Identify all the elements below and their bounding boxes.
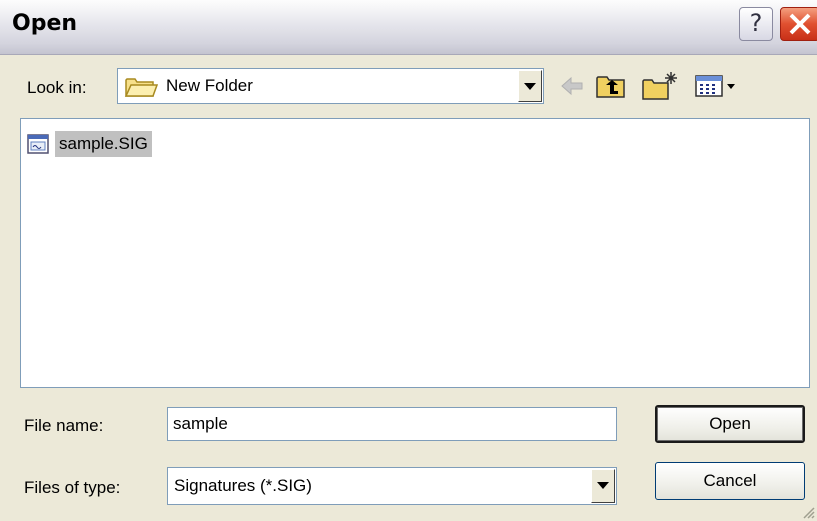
file-name-label-text: File name: xyxy=(24,416,104,435)
title-bar[interactable]: Open ? xyxy=(0,0,817,55)
look-in-dropdown[interactable]: New Folder xyxy=(117,68,544,104)
close-icon xyxy=(789,13,811,35)
files-of-type-value: Signatures (*.SIG) xyxy=(174,476,312,495)
create-new-folder-icon[interactable] xyxy=(640,70,680,102)
look-in-label: Look in: xyxy=(27,78,87,97)
signature-file-icon xyxy=(27,134,49,154)
resize-grip-icon[interactable] xyxy=(801,505,815,519)
folder-icon xyxy=(124,78,158,97)
window-title: Open xyxy=(12,11,78,36)
files-of-type-select[interactable]: Signatures (*.SIG) xyxy=(167,467,617,505)
cancel-button[interactable]: Cancel xyxy=(655,462,805,500)
file-list[interactable]: sample.SIG xyxy=(20,118,810,388)
up-one-level-icon[interactable] xyxy=(594,70,628,102)
look-in-value: New Folder xyxy=(166,76,253,95)
files-of-type-dropdown-button[interactable] xyxy=(591,469,615,503)
open-dialog: Open ? Look in: New Folder sample.SIG Fi… xyxy=(0,0,817,521)
view-menu-icon[interactable] xyxy=(693,70,739,102)
open-button[interactable]: Open xyxy=(655,405,805,443)
file-name-input[interactable] xyxy=(167,407,617,441)
help-button[interactable]: ? xyxy=(739,7,773,41)
help-icon: ? xyxy=(749,9,763,37)
files-of-type-label: Files of type: xyxy=(24,478,121,497)
look-in-dropdown-button[interactable] xyxy=(518,70,542,102)
file-name-label: sample.SIG xyxy=(55,131,152,157)
close-button[interactable] xyxy=(780,7,817,41)
back-arrow-icon[interactable] xyxy=(556,70,586,102)
